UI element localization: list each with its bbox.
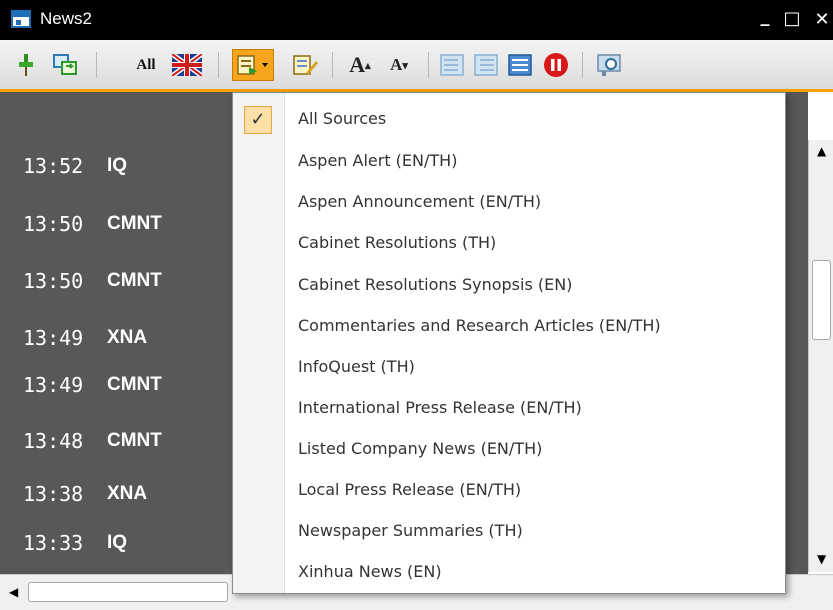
all-sources-label: All: [136, 56, 156, 73]
search-button[interactable]: [592, 49, 626, 81]
menu-item-cabinet-resolutions-synopsis[interactable]: Cabinet Resolutions Synopsis (EN): [233, 268, 785, 302]
decrease-caret-icon: ▾: [402, 59, 408, 72]
toolbar: All A ▴ A ▾: [0, 40, 833, 92]
increase-caret-icon: ▴: [365, 59, 371, 72]
font-smaller-button[interactable]: A ▾: [382, 49, 416, 81]
previous-button[interactable]: [436, 49, 468, 81]
title-bar: News2 _ □ ✕: [0, 0, 833, 40]
news-source-code: XNA: [107, 483, 148, 504]
close-button[interactable]: ✕: [812, 8, 832, 32]
edit-button[interactable]: [288, 49, 322, 81]
menu-item-all-sources[interactable]: ✓ All Sources: [233, 102, 785, 136]
menu-item-local-press-release[interactable]: Local Press Release (EN/TH): [233, 473, 785, 507]
scroll-down-icon[interactable]: ▼: [817, 552, 826, 566]
menu-item-commentaries[interactable]: Commentaries and Research Articles (EN/T…: [233, 309, 785, 343]
uk-flag-icon: [172, 54, 202, 76]
pin-button[interactable]: [14, 49, 38, 81]
news-source-code: IQ: [107, 532, 128, 553]
news-time: 13:49: [23, 373, 84, 397]
vertical-scrollbar[interactable]: ▲ ▼: [808, 140, 833, 572]
language-button[interactable]: [170, 49, 204, 81]
news-source-code: CMNT: [107, 430, 162, 451]
menu-item-infoquest[interactable]: InfoQuest (TH): [233, 350, 785, 384]
refresh-button[interactable]: [48, 49, 82, 81]
menu-item-label: Cabinet Resolutions Synopsis (EN): [298, 275, 573, 294]
vertical-scroll-thumb[interactable]: [812, 260, 831, 340]
previous-icon: [440, 54, 464, 76]
next-icon: [474, 54, 498, 76]
menu-item-label: Commentaries and Research Articles (EN/T…: [298, 316, 661, 335]
toolbar-separator: [582, 52, 583, 78]
menu-item-label: Local Press Release (EN/TH): [298, 480, 522, 499]
source-filter-dropdown-button[interactable]: [232, 49, 274, 81]
export-icon: [508, 54, 532, 76]
menu-item-aspen-announcement[interactable]: Aspen Announcement (EN/TH): [233, 185, 785, 219]
stop-icon: [544, 53, 568, 77]
scroll-left-icon[interactable]: ◀: [9, 585, 18, 599]
maximize-button[interactable]: □: [782, 7, 802, 31]
menu-item-international-press-release[interactable]: International Press Release (EN/TH): [233, 391, 785, 425]
news-time: 13:50: [23, 212, 84, 236]
menu-item-label: Aspen Alert (EN/TH): [298, 151, 458, 170]
source-filter-menu: ✓ All Sources Aspen Alert (EN/TH) Aspen …: [232, 92, 786, 594]
news-source-code: CMNT: [107, 213, 162, 234]
search-icon: [597, 54, 621, 76]
toolbar-separator: [218, 52, 219, 78]
news-source-code: CMNT: [107, 270, 162, 291]
news-time: 13:48: [23, 429, 84, 453]
font-larger-icon: A: [349, 52, 366, 77]
menu-item-label: International Press Release (EN/TH): [298, 398, 582, 417]
menu-item-aspen-alert[interactable]: Aspen Alert (EN/TH): [233, 144, 785, 178]
toolbar-separator: [428, 52, 429, 78]
app-window-icon: [11, 10, 31, 28]
menu-item-xinhua-news[interactable]: Xinhua News (EN): [233, 555, 785, 589]
export-button[interactable]: [504, 49, 536, 81]
font-larger-button[interactable]: A ▴: [343, 49, 377, 81]
source-filter-icon: [237, 55, 268, 75]
menu-item-label: InfoQuest (TH): [298, 357, 415, 376]
toolbar-separator: [332, 52, 333, 78]
menu-item-label: Listed Company News (EN/TH): [298, 439, 543, 458]
scroll-up-icon[interactable]: ▲: [817, 144, 826, 158]
window-title: News2: [40, 9, 92, 28]
menu-item-label: Aspen Announcement (EN/TH): [298, 192, 542, 211]
menu-item-newspaper-summaries[interactable]: Newspaper Summaries (TH): [233, 514, 785, 548]
news-source-code: XNA: [107, 327, 148, 348]
menu-item-label: All Sources: [298, 109, 387, 128]
news-time: 13:50: [23, 269, 84, 293]
stop-button[interactable]: [540, 49, 572, 81]
news-time: 13:49: [23, 326, 84, 350]
news-source-code: CMNT: [107, 374, 162, 395]
edit-icon: [293, 55, 318, 75]
menu-item-cabinet-resolutions[interactable]: Cabinet Resolutions (TH): [233, 226, 785, 260]
checkmark-icon: ✓: [244, 106, 272, 134]
all-sources-button[interactable]: All: [128, 49, 164, 81]
refresh-icon: [53, 54, 77, 75]
menu-item-label: Cabinet Resolutions (TH): [298, 233, 497, 252]
menu-item-listed-company-news[interactable]: Listed Company News (EN/TH): [233, 432, 785, 466]
next-button[interactable]: [470, 49, 502, 81]
horizontal-scroll-thumb[interactable]: [28, 582, 228, 602]
news-time: 13:33: [23, 531, 84, 555]
news-time: 13:38: [23, 482, 84, 506]
news-source-code: IQ: [107, 155, 128, 176]
font-smaller-icon: A: [390, 55, 403, 74]
news-time: 13:52: [23, 154, 84, 178]
toolbar-separator: [96, 52, 97, 78]
pin-icon: [19, 54, 33, 76]
minimize-button[interactable]: _: [755, 5, 775, 29]
menu-item-label: Xinhua News (EN): [298, 562, 442, 581]
menu-item-label: Newspaper Summaries (TH): [298, 521, 523, 540]
